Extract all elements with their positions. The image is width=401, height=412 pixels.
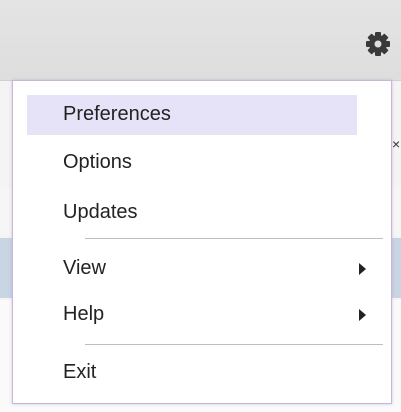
menu-item-help[interactable]: Help — [27, 295, 357, 335]
toolbar — [0, 0, 401, 81]
submenu-arrow-icon — [359, 263, 366, 275]
settings-menu: Preferences Options Updates View Help Ex… — [12, 80, 392, 404]
menu-item-preferences[interactable]: Preferences — [27, 95, 357, 135]
menu-item-label: Options — [63, 151, 132, 173]
menu-item-label: Updates — [63, 201, 138, 223]
menu-item-updates[interactable]: Updates — [27, 193, 357, 233]
menu-item-options[interactable]: Options — [27, 143, 357, 183]
settings-button[interactable] — [358, 24, 398, 64]
menu-item-label: Help — [63, 303, 105, 325]
gear-icon — [366, 32, 390, 56]
menu-item-exit[interactable]: Exit — [27, 353, 357, 393]
menu-item-label: View — [63, 257, 106, 279]
menu-item-label: Exit — [63, 361, 97, 383]
menu-item-label: Preferences — [63, 103, 171, 125]
menu-item-view[interactable]: View — [27, 249, 357, 289]
submenu-arrow-icon — [359, 309, 366, 321]
background-close-icon[interactable]: × — [392, 136, 400, 152]
menu-separator — [85, 344, 383, 345]
menu-separator — [85, 238, 383, 239]
